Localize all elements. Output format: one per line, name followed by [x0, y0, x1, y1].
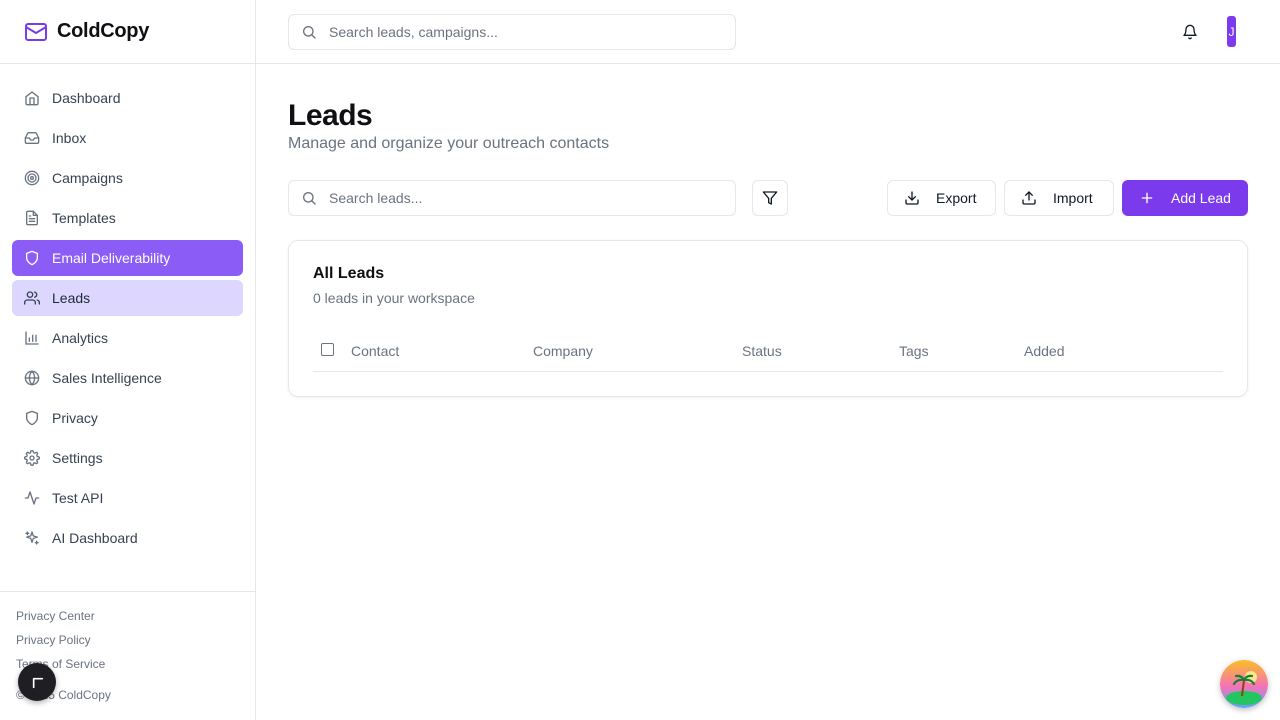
brand-name: ColdCopy — [57, 20, 150, 42]
sidebar-item-sales-intelligence[interactable]: Sales Intelligence — [12, 360, 243, 396]
bell-icon[interactable] — [1182, 24, 1198, 40]
sidebar-item-settings[interactable]: Settings — [12, 440, 243, 476]
page-subtitle: Manage and organize your outreach contac… — [288, 135, 610, 152]
arrow-up-left-icon — [29, 674, 45, 690]
mail-icon — [24, 20, 48, 44]
target-icon — [24, 170, 40, 186]
search-icon — [301, 190, 317, 206]
scroll-to-top-button[interactable] — [18, 663, 56, 701]
card-subtitle: 0 leads in your workspace — [313, 290, 475, 306]
island-icon — [1220, 660, 1268, 708]
shield-icon — [24, 250, 40, 266]
table-header: Contact Company Status Tags Added — [313, 329, 1223, 372]
home-icon — [24, 90, 40, 106]
sidebar-item-privacy[interactable]: Privacy — [12, 400, 243, 436]
sidebar-item-label: AI Dashboard — [52, 530, 138, 546]
sidebar-item-dashboard[interactable]: Dashboard — [12, 80, 243, 116]
column-status[interactable]: Status — [742, 343, 782, 359]
inbox-icon — [24, 130, 40, 146]
activity-icon — [24, 490, 40, 506]
global-search[interactable] — [288, 14, 736, 50]
sidebar-item-label: Inbox — [52, 130, 87, 146]
leads-card: All Leads 0 leads in your workspace Cont… — [288, 240, 1248, 397]
sidebar: ColdCopy Dashboard Inbox Campaigns Templ… — [0, 0, 256, 720]
column-added[interactable]: Added — [1024, 343, 1064, 359]
sidebar-item-email-deliverability[interactable]: Email Deliverability — [12, 240, 243, 276]
filter-icon — [762, 190, 778, 206]
add-lead-label: Add Lead — [1171, 190, 1231, 206]
sidebar-item-label: Dashboard — [52, 90, 121, 106]
column-tags[interactable]: Tags — [899, 343, 929, 359]
brand[interactable]: ColdCopy — [0, 0, 255, 64]
shield-icon — [24, 410, 40, 426]
privacy-policy-link[interactable]: Privacy Policy — [16, 632, 239, 656]
export-label: Export — [936, 190, 977, 206]
upload-icon — [1021, 190, 1037, 206]
leads-search-input[interactable] — [329, 190, 709, 206]
sidebar-item-label: Email Deliverability — [52, 250, 171, 266]
sidebar-item-leads[interactable]: Leads — [12, 280, 243, 316]
sidebar-item-label: Sales Intelligence — [52, 370, 162, 386]
add-lead-button[interactable]: Add Lead — [1122, 180, 1248, 216]
import-button[interactable]: Import — [1004, 180, 1114, 216]
sidebar-item-analytics[interactable]: Analytics — [12, 320, 243, 356]
sidebar-item-templates[interactable]: Templates — [12, 200, 243, 236]
sidebar-item-label: Settings — [52, 450, 103, 466]
filter-button[interactable] — [752, 180, 788, 216]
sidebar-item-test-api[interactable]: Test API — [12, 480, 243, 516]
sidebar-nav: Dashboard Inbox Campaigns Templates Emai… — [12, 80, 243, 560]
sidebar-item-label: Templates — [52, 210, 116, 226]
sidebar-item-ai-dashboard[interactable]: AI Dashboard — [12, 520, 243, 556]
sidebar-item-label: Privacy — [52, 410, 98, 426]
column-contact[interactable]: Contact — [351, 343, 399, 359]
page-title: Leads — [288, 99, 373, 132]
sidebar-item-label: Campaigns — [52, 170, 123, 186]
bar-chart-icon — [24, 330, 40, 346]
column-company[interactable]: Company — [533, 343, 593, 359]
gear-icon — [24, 450, 40, 466]
globe-icon — [24, 370, 40, 386]
global-search-input[interactable] — [329, 24, 709, 40]
sidebar-item-label: Leads — [52, 290, 91, 306]
search-icon — [301, 24, 317, 40]
avatar[interactable]: J — [1227, 16, 1236, 47]
sidebar-item-label: Test API — [52, 490, 104, 506]
sidebar-item-label: Analytics — [52, 330, 109, 346]
top-header: J — [256, 0, 1280, 64]
assistant-button[interactable] — [1220, 660, 1268, 708]
import-label: Import — [1053, 190, 1093, 206]
select-all-checkbox[interactable] — [321, 343, 334, 356]
users-icon — [24, 290, 40, 306]
sparkles-icon — [24, 530, 40, 546]
sidebar-item-inbox[interactable]: Inbox — [12, 120, 243, 156]
file-text-icon — [24, 210, 40, 226]
plus-icon — [1139, 190, 1155, 206]
export-button[interactable]: Export — [887, 180, 996, 216]
privacy-center-link[interactable]: Privacy Center — [16, 608, 239, 632]
download-icon — [904, 190, 920, 206]
card-title: All Leads — [313, 265, 385, 282]
leads-search[interactable] — [288, 180, 736, 216]
sidebar-item-campaigns[interactable]: Campaigns — [12, 160, 243, 196]
